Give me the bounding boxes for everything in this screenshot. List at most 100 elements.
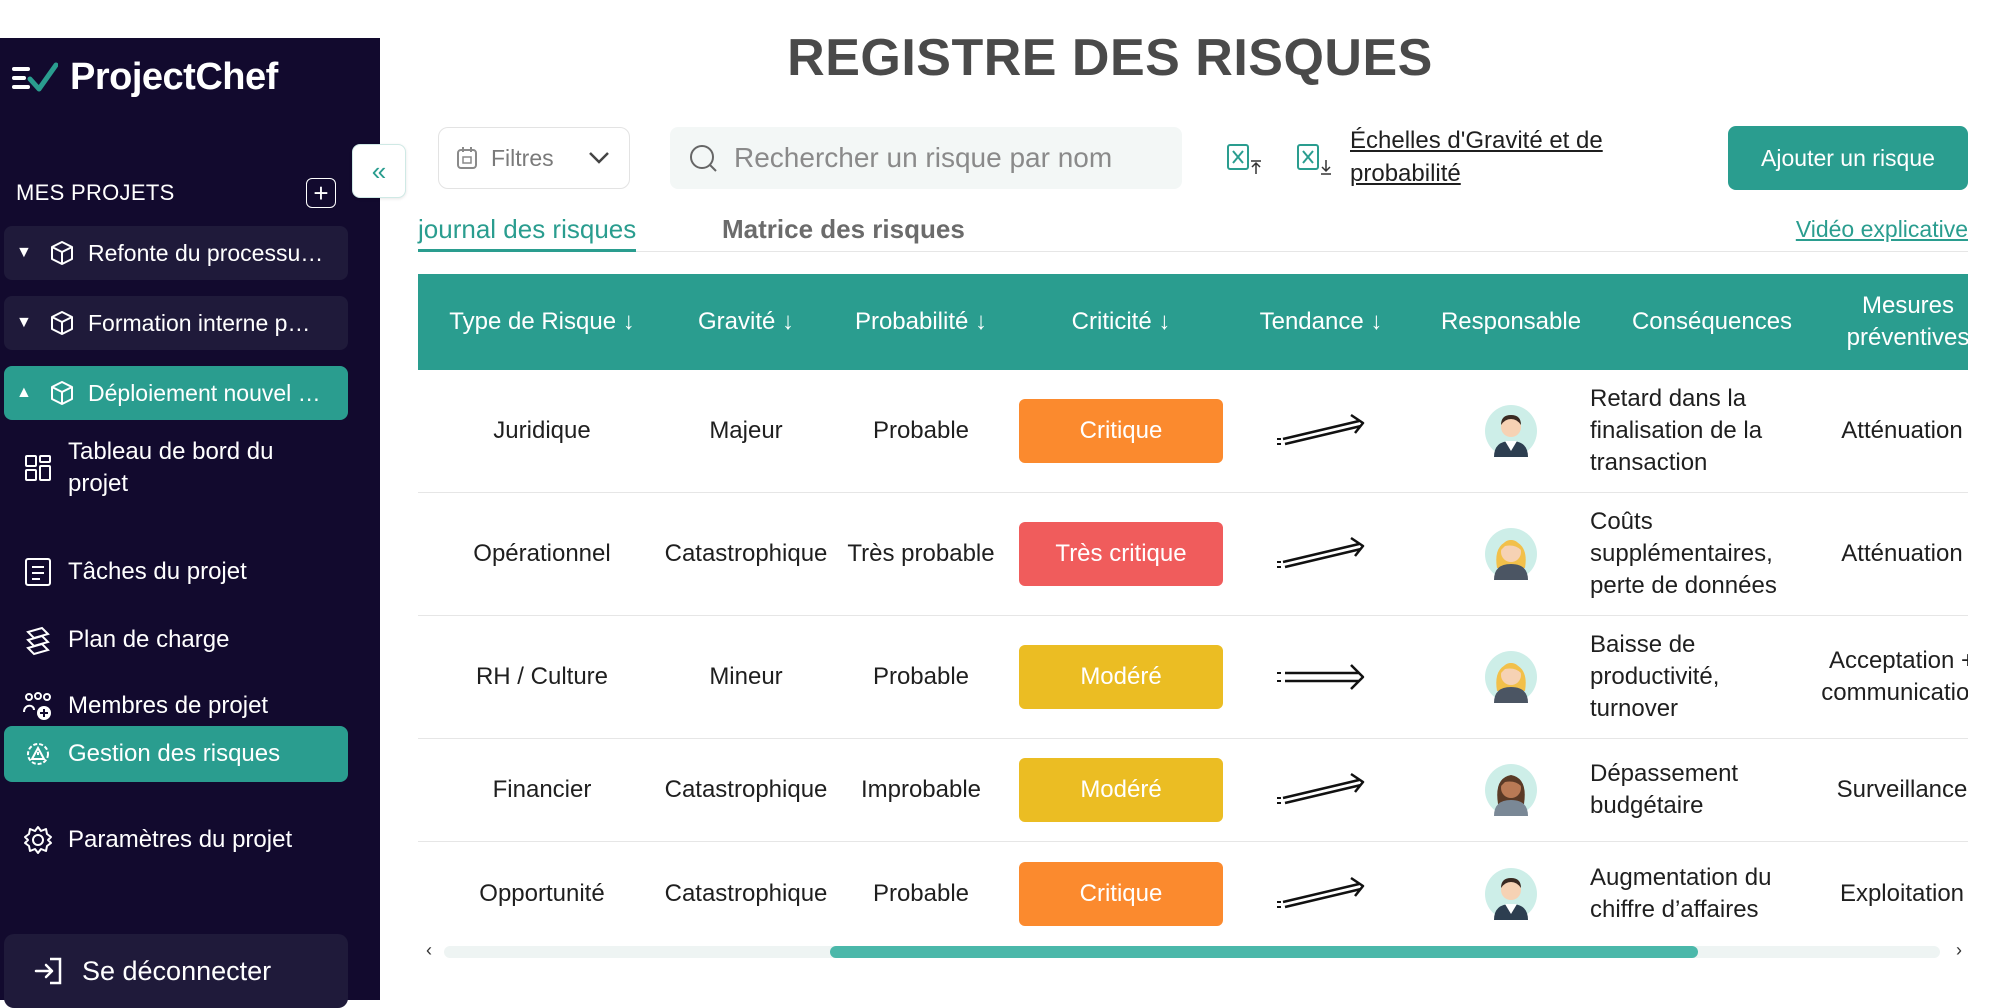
cell-gravite: Mineur — [709, 663, 783, 690]
page-title: REGISTRE DES RISQUES — [787, 29, 1433, 87]
filter-button[interactable]: Filtres — [438, 127, 630, 189]
logo-icon — [12, 62, 58, 91]
risk-gear-icon — [27, 743, 49, 765]
cell-criticite: Très critique — [1016, 493, 1226, 615]
add-project-button[interactable]: + — [306, 178, 336, 208]
table-row[interactable]: RH / Culture Mineur Probable Modéré Bais… — [418, 616, 1968, 739]
nav-label: Tableau de bord du projet — [68, 438, 274, 497]
cell-criticite: Critique — [1016, 370, 1226, 492]
col-header-probabilite[interactable]: Probabilité ↓ — [826, 274, 1016, 370]
avatar-man[interactable] — [1485, 405, 1537, 457]
nav-item-members[interactable]: Membres de projet — [4, 684, 348, 728]
app-logo[interactable]: ProjectChef — [12, 56, 278, 99]
nav-item-tasks[interactable]: Tâches du projet — [4, 550, 348, 594]
add-risk-button[interactable]: Ajouter un risque — [1728, 126, 1968, 190]
trend-up-arrow-icon — [1277, 772, 1365, 805]
horizontal-scrollbar[interactable]: ‹ › — [418, 940, 1968, 962]
chevron-down-icon[interactable]: ▼ — [16, 244, 36, 262]
avatar-man[interactable] — [1485, 868, 1537, 920]
cell-tendance — [1226, 739, 1416, 841]
cell-probabilite: Improbable — [860, 776, 982, 803]
nav-label: Paramètres du projet — [68, 826, 293, 853]
search-box[interactable] — [670, 127, 1182, 189]
cell-consequences: Dépassement budgétaire — [1590, 760, 1739, 819]
chevron-down-icon — [588, 152, 609, 164]
cell-mesures: Acceptation + communication — [1821, 647, 1968, 706]
excel-import-icon[interactable] — [1226, 142, 1270, 176]
cell-type: Juridique — [493, 417, 591, 444]
tasks-icon — [25, 558, 51, 586]
table-row[interactable]: Opérationnel Catastrophique Très probabl… — [418, 493, 1968, 616]
excel-export-icon[interactable] — [1296, 142, 1340, 176]
cell-tendance — [1226, 493, 1416, 615]
tab-risk-matrix[interactable]: Matrice des risques — [722, 214, 965, 245]
project-item-formation[interactable]: ▼ Formation interne p… — [4, 296, 348, 350]
nav-item-dashboard[interactable]: Tableau de bord du projet — [4, 436, 348, 500]
nav-item-risk-management[interactable]: Gestion des risques — [4, 726, 348, 782]
sidebar: ProjectChef MES PROJETS + ▼ Refonte du p… — [0, 38, 380, 1008]
col-header-mesures: Mesures préventives — [1846, 292, 1968, 351]
cell-criticite: Modéré — [1016, 739, 1226, 841]
cell-type: Opérationnel — [473, 540, 611, 567]
criticality-badge: Modéré — [1019, 758, 1223, 822]
scroll-right-icon[interactable]: › — [1956, 940, 1962, 961]
chevron-down-icon[interactable]: ▼ — [16, 314, 36, 332]
col-header-criticite[interactable]: Criticité ↓ — [1016, 274, 1226, 370]
col-header-responsable: Responsable — [1440, 308, 1582, 335]
nav-item-settings[interactable]: Paramètres du projet — [4, 818, 348, 862]
chevron-up-icon[interactable]: ▲ — [16, 384, 36, 402]
cell-consequences: Coûts supplémentaires, perte de données — [1590, 508, 1777, 599]
tab-bar: journal des risques Matrice des risques … — [418, 210, 1968, 252]
logout-label: Se déconnecter — [82, 955, 272, 986]
project-item-deploiement[interactable]: ▲ Déploiement nouvel … — [4, 366, 348, 420]
project-item-refonte[interactable]: ▼ Refonte du processu… — [4, 226, 348, 280]
nav-label: Gestion des risques — [68, 740, 281, 767]
col-header-tendance[interactable]: Tendance ↓ — [1226, 274, 1416, 370]
nav-label: Membres de projet — [68, 692, 269, 719]
criticality-badge: Critique — [1019, 862, 1223, 926]
cell-probabilite: Probable — [872, 663, 970, 690]
cell-probabilite: Probable — [872, 880, 970, 907]
trend-up-arrow-icon — [1277, 536, 1365, 569]
nav-label: Plan de charge — [68, 626, 230, 653]
video-link[interactable]: Vidéo explicative — [1796, 216, 1968, 243]
avatar-woman-blonde[interactable] — [1485, 651, 1537, 703]
cube-icon — [51, 381, 73, 405]
project-label: Déploiement nouvel … — [88, 379, 321, 406]
table-row[interactable]: Opportunité Catastrophique Probable Crit… — [418, 842, 1968, 946]
collapse-sidebar-button[interactable]: « — [352, 144, 406, 198]
cell-criticite: Modéré — [1016, 616, 1226, 738]
cell-tendance — [1226, 370, 1416, 492]
trend-up-arrow-icon — [1277, 876, 1365, 909]
filter-calendar-icon — [457, 147, 477, 169]
col-header-gravite[interactable]: Gravité ↓ — [666, 274, 826, 370]
col-header-type[interactable]: Type de Risque ↓ — [418, 274, 666, 370]
settings-icon — [24, 826, 52, 854]
cell-responsable — [1416, 616, 1606, 738]
cell-mesures: Surveillance — [1836, 776, 1968, 803]
scrollbar-thumb[interactable] — [830, 946, 1698, 958]
cell-responsable — [1416, 370, 1606, 492]
cell-gravite: Majeur — [709, 417, 783, 444]
project-label: Formation interne p… — [88, 309, 311, 336]
table-row[interactable]: Juridique Majeur Probable Critique Retar… — [418, 370, 1968, 493]
cube-icon — [51, 241, 73, 265]
search-input[interactable] — [734, 142, 1154, 174]
nav-item-workload[interactable]: Plan de charge — [4, 618, 348, 662]
severity-scale-link[interactable]: Échelles d'Gravité et de probabilité — [1350, 124, 1650, 190]
workload-icon — [26, 626, 50, 656]
projects-section-header: MES PROJETS + — [16, 178, 336, 208]
scroll-left-icon[interactable]: ‹ — [426, 940, 432, 961]
table-row[interactable]: Financier Catastrophique Improbable Modé… — [418, 739, 1968, 842]
cell-tendance — [1226, 616, 1416, 738]
tab-risk-log[interactable]: journal des risques — [418, 214, 637, 252]
table-header: Type de Risque ↓ Gravité ↓ Probabilité ↓… — [418, 274, 1968, 370]
avatar-woman-blonde[interactable] — [1485, 528, 1537, 580]
cell-consequences: Baisse de productivité, turnover — [1590, 631, 1720, 722]
app-name: ProjectChef — [70, 56, 278, 98]
logout-button[interactable]: Se déconnecter — [4, 934, 348, 1008]
avatar-woman-brown[interactable] — [1485, 764, 1537, 816]
search-icon — [690, 145, 717, 172]
cell-mesures: Atténuation — [1841, 540, 1963, 567]
cell-type: RH / Culture — [475, 663, 609, 690]
